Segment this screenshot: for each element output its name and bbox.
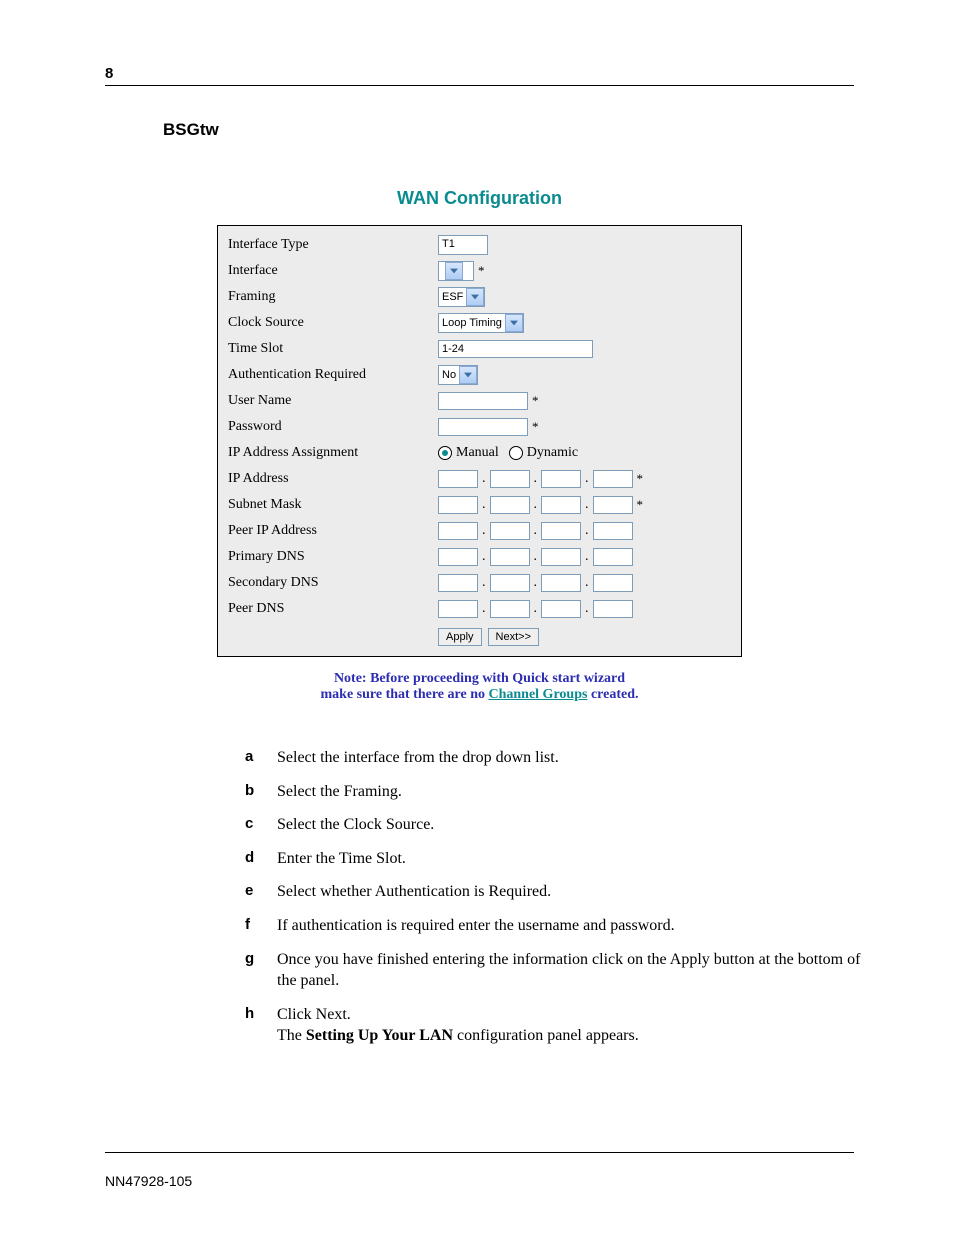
secondary-dns-octet-4[interactable] — [593, 574, 633, 592]
list-item: bSelect the Framing. — [245, 781, 865, 803]
ip-assign-manual-label: Manual — [456, 445, 499, 461]
footer-doc-id: NN47928-105 — [105, 1173, 192, 1189]
ip-address-octet-1[interactable] — [438, 470, 478, 488]
required-asterisk: * — [476, 263, 485, 279]
list-item: dEnter the Time Slot. — [245, 848, 865, 870]
peer-dns-octet-1[interactable] — [438, 600, 478, 618]
auth-required-label: Authentication Required — [228, 367, 438, 383]
primary-dns-octet-4[interactable] — [593, 548, 633, 566]
wan-config-panel: Interface Type T1 Interface * Framing — [217, 225, 742, 657]
next-button[interactable]: Next>> — [488, 628, 539, 646]
peer-dns-label: Peer DNS — [228, 601, 438, 617]
clock-source-label: Clock Source — [228, 315, 438, 331]
secondary-dns-label: Secondary DNS — [228, 575, 438, 591]
peer-dns-octet-4[interactable] — [593, 600, 633, 618]
secondary-dns-octet-2[interactable] — [490, 574, 530, 592]
ip-assign-dynamic-label: Dynamic — [527, 445, 578, 461]
primary-dns-input-group: . . . — [438, 548, 731, 566]
ip-address-octet-3[interactable] — [541, 470, 581, 488]
primary-dns-octet-2[interactable] — [490, 548, 530, 566]
time-slot-label: Time Slot — [228, 341, 438, 357]
subnet-mask-octet-1[interactable] — [438, 496, 478, 514]
ip-assign-dynamic-radio[interactable] — [509, 446, 523, 460]
instruction-list: aSelect the interface from the drop down… — [245, 747, 865, 1047]
peer-ip-octet-2[interactable] — [490, 522, 530, 540]
chevron-down-icon — [466, 288, 484, 306]
peer-ip-input-group: . . . — [438, 522, 731, 540]
channel-groups-link[interactable]: Channel Groups — [488, 687, 587, 702]
password-label: Password — [228, 419, 438, 435]
panel-title: WAN Configuration — [217, 188, 742, 209]
list-item: gOnce you have finished entering the inf… — [245, 949, 865, 992]
primary-dns-octet-3[interactable] — [541, 548, 581, 566]
chevron-down-icon — [445, 262, 463, 280]
wan-config-screenshot: WAN Configuration Interface Type T1 Inte… — [217, 188, 742, 703]
required-asterisk: * — [530, 393, 539, 409]
ip-assign-label: IP Address Assignment — [228, 445, 438, 461]
list-item: aSelect the interface from the drop down… — [245, 747, 865, 769]
list-item: h Click Next. The Setting Up Your LAN co… — [245, 1004, 865, 1047]
peer-ip-octet-3[interactable] — [541, 522, 581, 540]
ip-address-input-group: . . . * — [438, 470, 731, 488]
interface-select[interactable] — [438, 261, 474, 281]
chevron-down-icon — [459, 366, 477, 384]
ip-address-label: IP Address — [228, 471, 438, 487]
auth-required-select[interactable]: No — [438, 365, 478, 385]
password-input[interactable] — [438, 418, 528, 436]
list-item: cSelect the Clock Source. — [245, 814, 865, 836]
wizard-note: Note: Before proceeding with Quick start… — [217, 671, 742, 703]
required-asterisk: * — [635, 471, 644, 487]
list-item: eSelect whether Authentication is Requir… — [245, 881, 865, 903]
interface-type-label: Interface Type — [228, 237, 438, 253]
secondary-dns-input-group: . . . — [438, 574, 731, 592]
peer-dns-input-group: . . . — [438, 600, 731, 618]
subnet-mask-octet-4[interactable] — [593, 496, 633, 514]
secondary-dns-octet-1[interactable] — [438, 574, 478, 592]
subnet-mask-octet-2[interactable] — [490, 496, 530, 514]
required-asterisk: * — [530, 419, 539, 435]
primary-dns-octet-1[interactable] — [438, 548, 478, 566]
subnet-mask-input-group: . . . * — [438, 496, 731, 514]
peer-ip-label: Peer IP Address — [228, 523, 438, 539]
page-number: 8 — [105, 65, 854, 82]
time-slot-input[interactable] — [438, 340, 593, 358]
top-rule — [105, 85, 854, 86]
peer-dns-octet-2[interactable] — [490, 600, 530, 618]
peer-dns-octet-3[interactable] — [541, 600, 581, 618]
interface-type-value: T1 — [438, 235, 488, 255]
apply-button[interactable]: Apply — [438, 628, 482, 646]
list-item: fIf authentication is required enter the… — [245, 915, 865, 937]
ip-address-octet-4[interactable] — [593, 470, 633, 488]
subnet-mask-octet-3[interactable] — [541, 496, 581, 514]
required-asterisk: * — [635, 497, 644, 513]
framing-select[interactable]: ESF — [438, 287, 485, 307]
chevron-down-icon — [505, 314, 523, 332]
clock-source-select[interactable]: Loop Timing — [438, 313, 524, 333]
ip-assign-manual-radio[interactable] — [438, 446, 452, 460]
user-name-input[interactable] — [438, 392, 528, 410]
user-name-label: User Name — [228, 393, 438, 409]
subnet-mask-label: Subnet Mask — [228, 497, 438, 513]
secondary-dns-octet-3[interactable] — [541, 574, 581, 592]
section-title: BSGtw — [163, 120, 854, 140]
framing-label: Framing — [228, 289, 438, 305]
primary-dns-label: Primary DNS — [228, 549, 438, 565]
bottom-rule — [105, 1152, 854, 1153]
ip-address-octet-2[interactable] — [490, 470, 530, 488]
peer-ip-octet-4[interactable] — [593, 522, 633, 540]
peer-ip-octet-1[interactable] — [438, 522, 478, 540]
interface-label: Interface — [228, 263, 438, 279]
